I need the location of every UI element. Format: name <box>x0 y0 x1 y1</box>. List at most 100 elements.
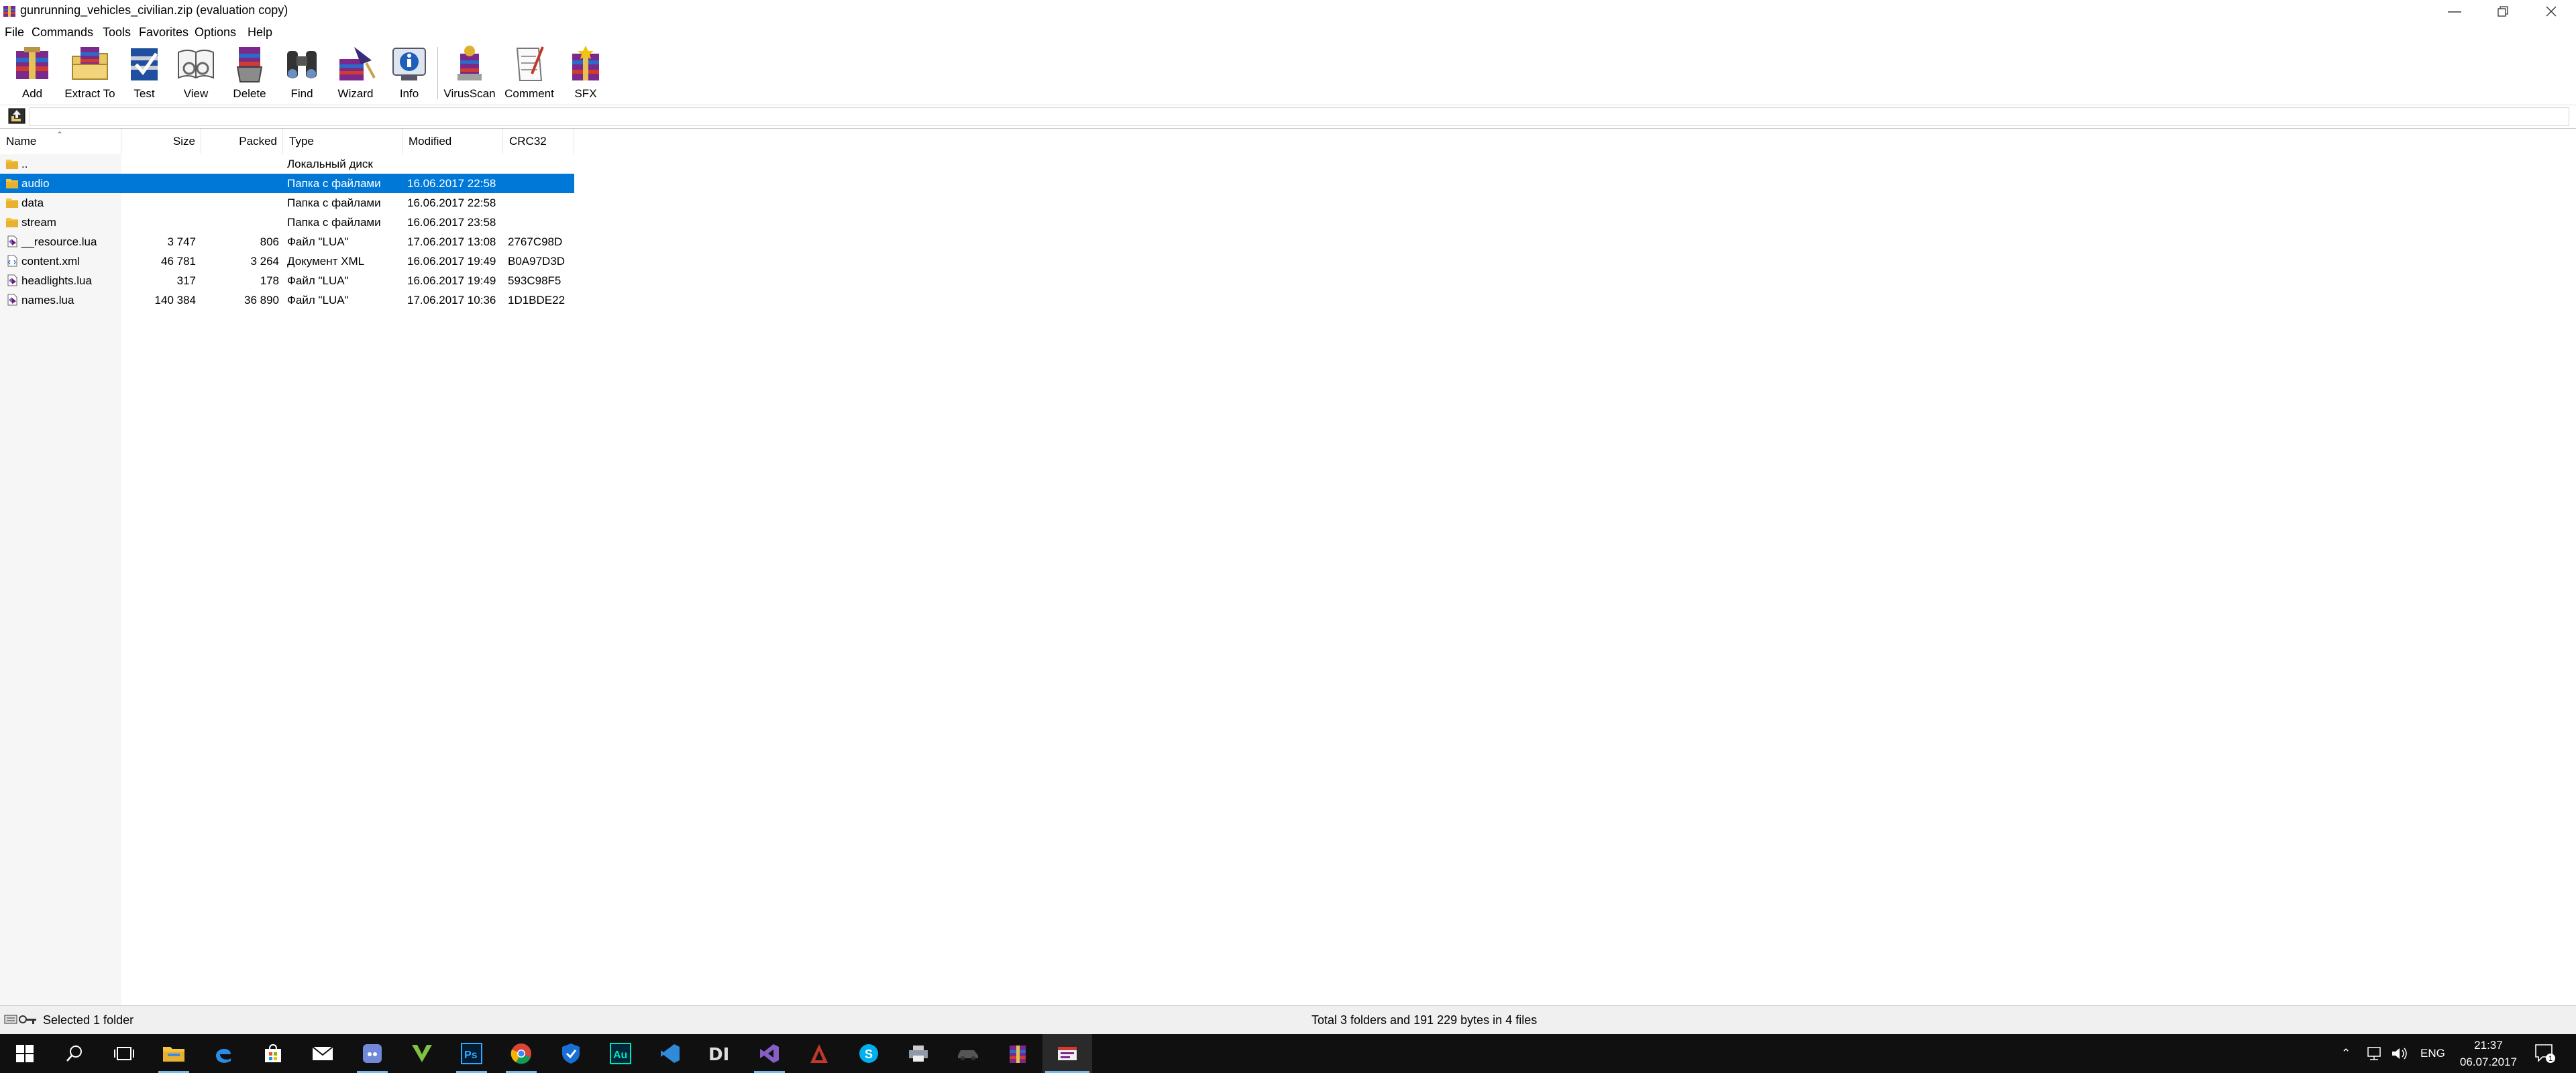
notification-icon: 1 <box>2535 1044 2555 1063</box>
search-button[interactable] <box>50 1034 99 1073</box>
menu-options[interactable]: Options <box>195 25 236 40</box>
file-size: 3 747 <box>167 235 196 248</box>
file-row[interactable]: .. Локальный диск <box>0 154 574 174</box>
up-one-level-icon[interactable] <box>8 108 25 124</box>
file-row[interactable]: headlights.lua 317 178 Файл "LUA" 16.06.2017… <box>0 271 574 290</box>
svg-text:Ps: Ps <box>464 1050 478 1061</box>
toolbar: Add Extract To Test View Delete Find Wiz… <box>0 43 2576 103</box>
menu-help[interactable]: Help <box>248 25 272 40</box>
file-crc32 <box>508 154 572 174</box>
taskbar-mail[interactable] <box>298 1034 347 1073</box>
windows-logo-icon <box>16 1045 34 1062</box>
file-type: Папка с файлами <box>287 177 381 190</box>
file-type: Файл "LUA" <box>287 274 349 287</box>
clock[interactable]: 21:37 06.07.2017 <box>2460 1037 2517 1070</box>
close-button[interactable] <box>2527 0 2575 23</box>
taskbar-photoshop[interactable]: Ps <box>447 1034 496 1073</box>
comment-button[interactable]: Comment <box>499 43 559 103</box>
file-modified: 16.06.2017 19:49 <box>407 274 496 287</box>
file-row[interactable]: audio Папка с файлами 16.06.2017 22:58 <box>0 174 574 193</box>
taskbar-gta-v[interactable] <box>397 1034 447 1073</box>
file-packed: 3 264 <box>250 255 279 268</box>
address-bar <box>0 105 2576 129</box>
file-row[interactable]: names.lua 140 384 36 890 Файл "LUA" 17.06.20… <box>0 290 574 310</box>
input-language[interactable]: ENG <box>2420 1034 2445 1073</box>
column-header-size[interactable]: Size <box>121 129 201 154</box>
menu-favorites[interactable]: Favorites <box>139 25 189 40</box>
window-title: gunrunning_vehicles_civilian.zip (evalua… <box>20 3 288 17</box>
taskbar-file-explorer[interactable] <box>149 1034 199 1073</box>
network-button[interactable] <box>2367 1034 2384 1073</box>
start-button[interactable] <box>0 1034 50 1073</box>
file-row[interactable]: content.xml 46 781 3 264 Документ XML 16.06.… <box>0 251 574 271</box>
file-row[interactable]: data Папка с файлами 16.06.2017 22:58 <box>0 193 574 213</box>
taskbar-car-app[interactable] <box>943 1034 993 1073</box>
skype-icon: S <box>859 1044 878 1063</box>
file-type: Файл "LUA" <box>287 235 349 248</box>
file-list: Name ⌃ Size Packed Type Modified CRC32 .… <box>0 129 2576 1006</box>
file-row[interactable]: __resource.lua 3 747 806 Файл "LUA" 17.06.20… <box>0 232 574 251</box>
lua-file-icon <box>7 274 17 286</box>
file-packed <box>201 213 279 232</box>
file-modified: 16.06.2017 22:58 <box>407 196 496 209</box>
sfx-button[interactable]: SFX <box>561 43 610 103</box>
file-size: 317 <box>176 274 196 287</box>
taskbar-printer[interactable] <box>894 1034 943 1073</box>
column-header-modified[interactable]: Modified <box>402 129 503 154</box>
notification-count: 1 <box>2548 1055 2553 1063</box>
minimize-button[interactable]: — <box>2430 0 2479 23</box>
file-size <box>121 213 196 232</box>
clock-date: 06.07.2017 <box>2459 1056 2517 1068</box>
menu-tools[interactable]: Tools <box>103 25 131 40</box>
toolbar-separator <box>437 47 438 99</box>
taskbar-discord[interactable] <box>347 1034 397 1073</box>
discord-icon <box>363 1044 382 1063</box>
add-button[interactable]: Add <box>5 43 59 103</box>
file-packed: 806 <box>260 235 279 248</box>
lua-file-icon <box>7 235 17 247</box>
column-header-crc32[interactable]: CRC32 <box>503 129 574 154</box>
file-type: Документ XML <box>287 255 365 268</box>
restore-button[interactable] <box>2479 0 2527 23</box>
action-center-button[interactable]: 1 <box>2534 1034 2556 1073</box>
delete-button[interactable]: Delete <box>224 43 275 103</box>
column-header-type[interactable]: Type <box>283 129 402 154</box>
menu-commands[interactable]: Commands <box>32 25 93 40</box>
file-size <box>121 154 196 174</box>
test-button[interactable]: Test <box>121 43 168 103</box>
virusscan-button[interactable]: VirusScan <box>440 43 499 103</box>
info-button[interactable]: Info <box>384 43 435 103</box>
column-header-packed[interactable]: Packed <box>201 129 283 154</box>
taskbar-chrome[interactable] <box>496 1034 546 1073</box>
address-field[interactable] <box>30 107 2569 126</box>
show-hidden-icons-button[interactable]: ⌃ <box>2341 1034 2351 1073</box>
taskbar-store[interactable] <box>248 1034 298 1073</box>
taskbar-winrar[interactable] <box>1042 1034 1092 1073</box>
xml-file-icon <box>7 255 17 267</box>
taskbar-audition[interactable]: Au <box>596 1034 645 1073</box>
taskbar-skype[interactable]: S <box>844 1034 894 1073</box>
taskbar-archive[interactable] <box>993 1034 1042 1073</box>
extract-to-button[interactable]: Extract To <box>59 43 121 103</box>
find-button[interactable]: Find <box>276 43 327 103</box>
file-modified: 16.06.2017 19:49 <box>407 255 496 268</box>
taskbar-adobe-flame[interactable] <box>794 1034 844 1073</box>
winrar-icon <box>1058 1047 1077 1060</box>
gta-v-icon <box>412 1045 432 1062</box>
taskbar-security[interactable] <box>546 1034 596 1073</box>
file-row[interactable]: stream Папка с файлами 16.06.2017 23:58 <box>0 213 574 232</box>
task-view-button[interactable] <box>99 1034 149 1073</box>
car-icon <box>958 1050 978 1060</box>
taskbar-visual-studio-code[interactable] <box>645 1034 695 1073</box>
menu-file[interactable]: File <box>5 25 24 40</box>
volume-button[interactable] <box>2391 1034 2408 1073</box>
wizard-button[interactable]: Wizard <box>329 43 382 103</box>
view-button[interactable]: View <box>169 43 223 103</box>
file-size: 140 384 <box>154 294 196 306</box>
minimize-icon: — <box>2448 3 2461 19</box>
taskbar-visual-studio[interactable] <box>745 1034 794 1073</box>
taskbar-edge[interactable] <box>199 1034 248 1073</box>
taskbar-daz[interactable]: DI <box>695 1034 745 1073</box>
file-crc32: 593C98F5 <box>508 274 561 287</box>
folder-icon <box>6 199 18 208</box>
